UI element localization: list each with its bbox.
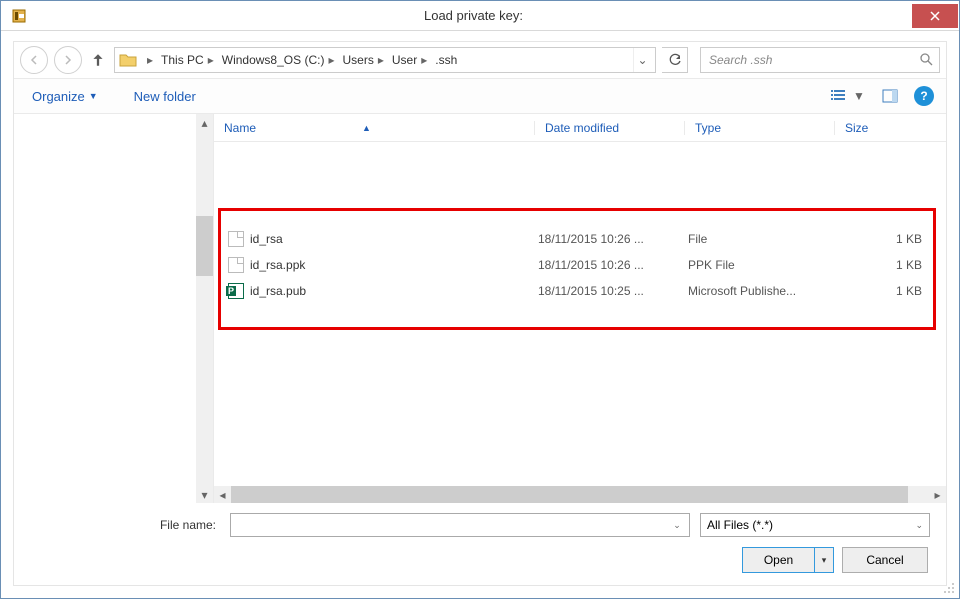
chevron-down-icon[interactable]: ⌄	[915, 520, 923, 531]
dialog-body: ▸ This PC▸ Windows8_OS (C:)▸ Users▸ User…	[13, 41, 947, 586]
column-name[interactable]: Name ▲	[214, 121, 534, 135]
publisher-file-icon	[228, 283, 244, 299]
file-row[interactable]: id_rsa.pub 18/11/2015 10:25 ... Microsof…	[222, 278, 938, 304]
view-dropdown-icon[interactable]: ▼	[852, 84, 866, 108]
scroll-thumb[interactable]	[196, 216, 213, 276]
organize-button[interactable]: Organize▼	[26, 85, 104, 108]
chevron-down-icon[interactable]: ⌄	[669, 520, 685, 531]
filename-row: File name: ⌄ All Files (*.*) ⌄	[30, 513, 930, 537]
filename-input[interactable]	[235, 517, 669, 533]
file-row[interactable]: id_rsa.ppk 18/11/2015 10:26 ... PPK File…	[222, 252, 938, 278]
file-dialog-window: Load private key: ▸ This PC▸ Windows	[0, 0, 960, 599]
filetype-combobox[interactable]: All Files (*.*) ⌄	[700, 513, 930, 537]
filename-label: File name:	[30, 518, 220, 532]
breadcrumb-sep-0: ▸	[141, 53, 159, 67]
horizontal-scrollbar[interactable]: ◂ ▸	[214, 486, 946, 503]
file-list-pane: Name ▲ Date modified Type Size id_rsa 18…	[214, 114, 946, 503]
search-input[interactable]	[707, 52, 919, 68]
up-button[interactable]	[88, 48, 108, 72]
breadcrumb-1[interactable]: Windows8_OS (C:)▸	[220, 53, 341, 67]
filename-combobox[interactable]: ⌄	[230, 513, 690, 537]
breadcrumb-4[interactable]: .ssh	[433, 53, 459, 67]
breadcrumb-0[interactable]: This PC▸	[159, 53, 220, 67]
forward-button[interactable]	[54, 46, 82, 74]
main-split: ▴ ▾ Name ▲ Date modified Type Size	[14, 114, 946, 503]
scroll-right-icon[interactable]: ▸	[929, 486, 946, 503]
open-dropdown-button[interactable]: ▾	[814, 547, 834, 573]
cancel-button[interactable]: Cancel	[842, 547, 928, 573]
resize-grip-icon[interactable]	[943, 582, 955, 594]
breadcrumb-2[interactable]: Users▸	[340, 53, 389, 67]
breadcrumb-3[interactable]: User▸	[390, 53, 433, 67]
close-button[interactable]	[912, 4, 958, 28]
search-icon	[919, 52, 933, 69]
window-title: Load private key:	[35, 8, 912, 23]
folder-icon	[119, 52, 137, 68]
refresh-button[interactable]	[662, 47, 688, 73]
scroll-down-icon[interactable]: ▾	[196, 486, 213, 503]
address-bar[interactable]: ▸ This PC▸ Windows8_OS (C:)▸ Users▸ User…	[114, 47, 656, 73]
open-button[interactable]: Open	[742, 547, 814, 573]
new-folder-button[interactable]: New folder	[128, 85, 202, 108]
address-dropdown-icon[interactable]: ⌄	[633, 48, 651, 72]
column-date[interactable]: Date modified	[534, 121, 684, 135]
app-icon	[11, 8, 27, 24]
button-row: Open ▾ Cancel	[30, 547, 930, 573]
file-icon	[228, 231, 244, 247]
column-size[interactable]: Size	[834, 121, 946, 135]
folder-tree-pane[interactable]: ▴ ▾	[14, 114, 214, 503]
column-headers: Name ▲ Date modified Type Size	[214, 114, 946, 142]
sort-asc-icon: ▲	[362, 123, 371, 133]
tree-scrollbar[interactable]: ▴ ▾	[196, 114, 213, 503]
preview-pane-button[interactable]	[876, 84, 904, 108]
open-split-button: Open ▾	[742, 547, 834, 573]
file-row[interactable]: id_rsa 18/11/2015 10:26 ... File 1 KB	[222, 226, 938, 252]
view-button[interactable]	[824, 84, 852, 108]
toolbar: Organize▼ New folder ▼ ?	[14, 78, 946, 114]
nav-row: ▸ This PC▸ Windows8_OS (C:)▸ Users▸ User…	[14, 42, 946, 78]
hscroll-thumb[interactable]	[231, 486, 908, 503]
scroll-up-icon[interactable]: ▴	[196, 114, 213, 131]
help-button[interactable]: ?	[914, 86, 934, 106]
file-list[interactable]: id_rsa 18/11/2015 10:26 ... File 1 KB id…	[214, 142, 946, 486]
file-icon	[228, 257, 244, 273]
bottom-panel: File name: ⌄ All Files (*.*) ⌄ Open ▾ Ca…	[14, 503, 946, 585]
search-box[interactable]	[700, 47, 940, 73]
column-type[interactable]: Type	[684, 121, 834, 135]
scroll-left-icon[interactable]: ◂	[214, 486, 231, 503]
titlebar: Load private key:	[1, 1, 959, 31]
back-button[interactable]	[20, 46, 48, 74]
